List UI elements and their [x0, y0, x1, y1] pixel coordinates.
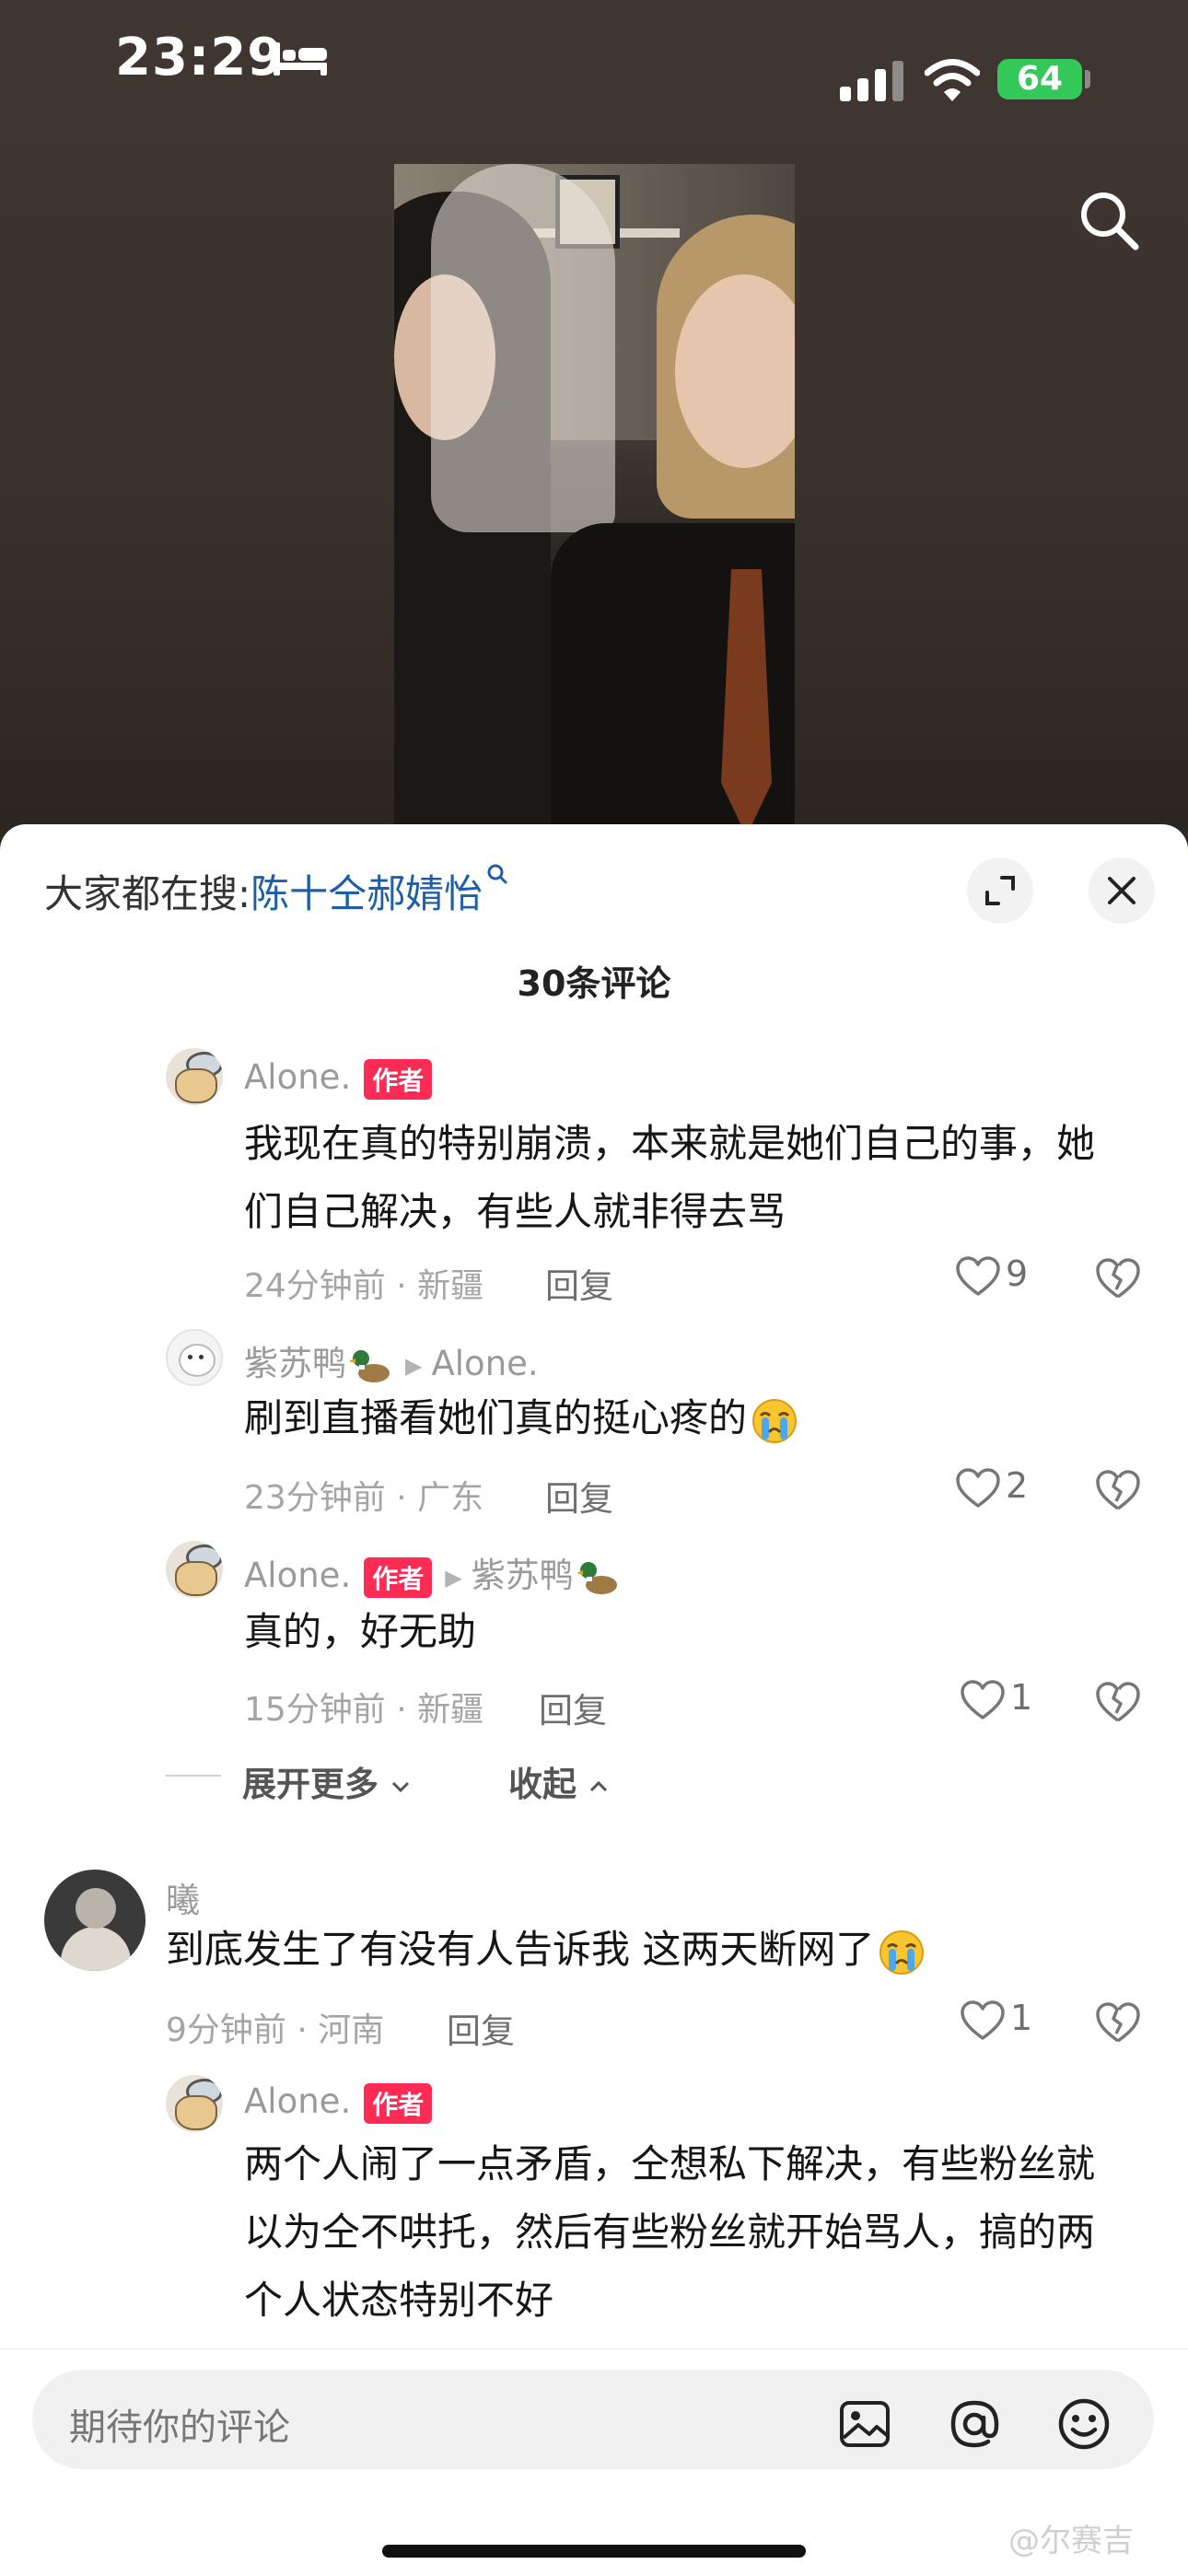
username[interactable]: 曦 — [166, 1881, 200, 1920]
avatar[interactable] — [166, 1329, 223, 1386]
battery-cap — [1085, 70, 1090, 88]
expand-label: 展开更多 — [242, 1765, 379, 1804]
reply-button[interactable]: 回复 — [539, 1683, 607, 1732]
heart-icon — [961, 1679, 1005, 1719]
comment-text-line: 刷到直播看她们真的挺心疼的 — [244, 1384, 798, 1452]
watermark: @尔赛吉 — [1008, 2523, 1134, 2559]
comment-input[interactable]: 期待你的评论 — [32, 2370, 1154, 2469]
video-veil — [431, 164, 615, 532]
comment-text-line: 以为仝不哄托，然后有些粉丝就开始骂人，搞的两 — [244, 2209, 1096, 2255]
avatar[interactable] — [166, 1048, 223, 1105]
heart-icon — [961, 1999, 1005, 2040]
comment-author[interactable]: Alone. 作者 ▶ 紫苏鸭 — [244, 1547, 620, 1598]
expand-icon — [985, 876, 1015, 905]
reply-button[interactable]: 回复 — [447, 2003, 515, 2053]
reply-button[interactable]: 回复 — [545, 1258, 613, 1308]
expand-replies-button[interactable]: 展开更多 — [242, 1756, 411, 1806]
crying-emoji-icon — [752, 1398, 798, 1443]
like-button[interactable]: 2 — [956, 1465, 1028, 1509]
like-button[interactable]: 9 — [956, 1253, 1028, 1297]
reply-arrow-icon: ▶ — [445, 1564, 462, 1591]
wifi-icon — [925, 59, 980, 101]
emoji-icon[interactable] — [1057, 2397, 1111, 2451]
comment-text-line: 到底发生了有没有人告诉我 这两天断网了 — [166, 1916, 926, 1984]
reply-arrow-icon: ▶ — [405, 1352, 423, 1379]
like-count: 1 — [1010, 1998, 1033, 2038]
comment-input-placeholder: 期待你的评论 — [69, 2407, 290, 2449]
username[interactable]: Alone. — [244, 1057, 351, 1097]
comment-input-bar: 期待你的评论 @尔赛吉 — [0, 2349, 1188, 2576]
status-bar: 23:29 64 — [0, 0, 1188, 120]
dislike-icon[interactable] — [1096, 1257, 1140, 1300]
comment-meta: 24分钟前 · 新疆 — [244, 1267, 484, 1305]
comment-text: 到底发生了有没有人告诉我 这两天断网了 — [166, 1927, 875, 1972]
signal-icon — [840, 61, 903, 101]
video-background: 23:29 64 — [0, 0, 1188, 829]
comment-author[interactable]: Alone. 作者 — [244, 1057, 433, 1100]
author-badge: 作者 — [364, 1556, 433, 1598]
video-thumbnail[interactable] — [394, 164, 795, 829]
crying-emoji-icon — [879, 1929, 925, 1975]
comment-text-line: 两个人闹了一点矛盾，仝想私下解决，有些粉丝就 — [244, 2141, 1096, 2186]
like-count: 1 — [1010, 1677, 1033, 1718]
avatar[interactable] — [166, 2075, 223, 2132]
search-icon[interactable] — [1077, 189, 1142, 253]
comment-meta: 15分钟前 · 新疆 — [244, 1691, 484, 1729]
home-indicator[interactable] — [382, 2545, 806, 2558]
heart-icon — [956, 1467, 1000, 1508]
image-icon[interactable] — [838, 2397, 891, 2451]
bed-icon — [274, 42, 327, 76]
avatar[interactable] — [44, 1870, 146, 1971]
search-suggestion-keyword[interactable]: 陈十仝郝婧怡 — [250, 871, 483, 916]
search-suggestion[interactable]: 大家都在搜:陈十仝郝婧怡 — [44, 863, 508, 919]
reply-target[interactable]: Alone. — [431, 1344, 538, 1383]
duck-icon — [350, 1349, 390, 1382]
search-suggestion-prefix: 大家都在搜: — [44, 871, 251, 916]
comment-author[interactable]: 曦 — [166, 1872, 200, 1922]
comment-text-line: 们自己解决，有些人就非得去骂 — [244, 1189, 786, 1234]
comment-text-line: 个人状态特别不好 — [244, 2278, 554, 2323]
dislike-icon[interactable] — [1096, 1469, 1140, 1511]
comment-author[interactable]: 紫苏鸭 ▶ Alone. — [244, 1335, 539, 1385]
comment-meta: 9分钟前 · 河南 — [166, 2011, 385, 2049]
like-count: 2 — [1006, 1465, 1029, 1506]
dislike-icon[interactable] — [1096, 1681, 1140, 1723]
comment-text: 刷到直播看她们真的挺心疼的 — [244, 1395, 748, 1440]
username[interactable]: Alone. — [244, 1556, 351, 1595]
comment-text-line: 真的，好无助 — [244, 1609, 477, 1654]
thread-divider — [166, 1775, 221, 1777]
status-time: 23:29 — [115, 28, 285, 87]
at-icon[interactable] — [948, 2397, 1001, 2451]
avatar[interactable] — [166, 1541, 223, 1598]
like-count: 9 — [1006, 1253, 1029, 1294]
heart-icon — [956, 1255, 1000, 1296]
author-badge: 作者 — [364, 1058, 433, 1100]
like-button[interactable]: 1 — [961, 1998, 1032, 2041]
close-button[interactable] — [1089, 857, 1155, 924]
battery-indicator: 64 — [997, 59, 1082, 99]
comment-author[interactable]: Alone. 作者 — [244, 2081, 433, 2124]
expand-button[interactable] — [967, 857, 1033, 924]
search-icon — [487, 864, 507, 884]
reply-target[interactable]: 紫苏鸭 — [472, 1556, 574, 1595]
dislike-icon[interactable] — [1096, 2001, 1140, 2044]
author-badge: 作者 — [364, 2082, 433, 2124]
chevron-down-icon — [391, 1781, 409, 1792]
username[interactable]: Alone. — [244, 2081, 351, 2121]
duck-icon — [577, 1561, 617, 1594]
username[interactable]: 紫苏鸭 — [244, 1344, 346, 1383]
comment-meta: 23分钟前 · 广东 — [244, 1479, 484, 1517]
comments-sheet: 大家都在搜:陈十仝郝婧怡 30条评论 Alone. 作者 我现在真的特别崩溃，本来… — [0, 824, 1188, 2575]
reply-button[interactable]: 回复 — [545, 1471, 613, 1521]
chevron-up-icon — [589, 1780, 607, 1791]
comment-count: 30条评论 — [517, 963, 671, 1004]
close-icon — [1108, 877, 1136, 904]
collapse-label: 收起 — [508, 1765, 577, 1804]
like-button[interactable]: 1 — [961, 1677, 1032, 1720]
collapse-replies-button[interactable]: 收起 — [508, 1756, 609, 1806]
comment-text-line: 我现在真的特别崩溃，本来就是她们自己的事，她 — [244, 1121, 1096, 1166]
